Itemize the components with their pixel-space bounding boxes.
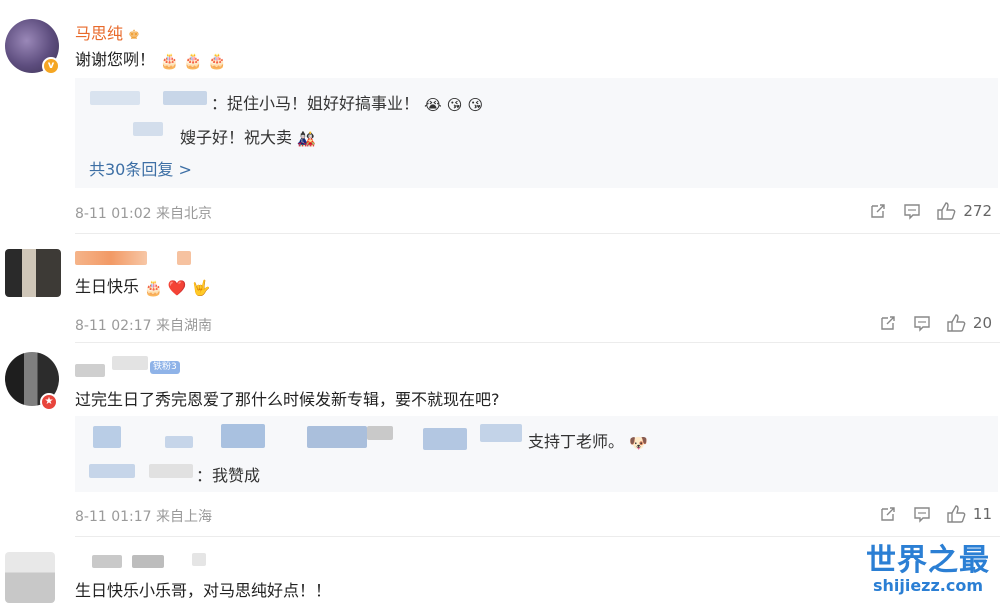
cake-emoji-icon: 🎂	[144, 279, 163, 297]
share-icon[interactable]	[877, 312, 899, 334]
reply-text: ：捉住小马！姐好好搞事业！ 😭 😘 😘	[211, 94, 484, 114]
comment-text: 过完生日了秀完恩爱了那什么时候发新专辑，要不就现在吧?	[75, 390, 500, 409]
member-badge-icon: ★	[40, 393, 58, 411]
comment-meta: 8-11 01:02 来自北京	[75, 206, 213, 222]
blurred-username	[133, 122, 163, 136]
blurred-username	[307, 426, 367, 448]
comment-text: 谢谢您咧！ 🎂 🎂 🎂	[75, 50, 227, 70]
blurred-username	[89, 464, 135, 478]
blurred-username	[163, 91, 207, 105]
verified-badge-icon: v	[42, 57, 60, 75]
heart-emoji-icon: ❤️	[167, 279, 187, 297]
blurred-username	[90, 91, 140, 105]
share-icon[interactable]	[867, 200, 889, 222]
blurred-username	[75, 251, 147, 265]
blurred-username	[480, 424, 522, 442]
comment-actions: 272	[867, 200, 992, 222]
reply-text: ：我赞成	[196, 466, 261, 485]
kiss-emoji-icon: 😘	[467, 96, 484, 114]
blurred-username	[112, 356, 148, 370]
crying-emoji-icon: 😭	[424, 96, 442, 114]
fan-badge: 铁粉3	[150, 361, 180, 374]
site-watermark: 世界之最 shijiezz.com	[866, 545, 990, 595]
blurred-username	[423, 428, 467, 450]
cake-emoji-icon: 🎂	[183, 52, 203, 70]
thumbs-up-icon[interactable]	[945, 312, 967, 334]
rock-hand-emoji-icon: 🤟	[191, 279, 211, 297]
avatar[interactable]	[5, 552, 55, 603]
cake-emoji-icon: 🎂	[160, 52, 179, 70]
like-count: 11	[972, 505, 992, 523]
blurred-username	[92, 555, 122, 568]
comment-meta: 8-11 02:17 来自湖南	[75, 318, 213, 334]
comment-meta: 8-11 01:17 来自上海	[75, 509, 213, 525]
comment-author[interactable]: 马思纯 ♚	[75, 20, 140, 44]
comment-text: 生日快乐小乐哥，对马思纯好点！！	[75, 581, 332, 600]
divider	[75, 536, 1000, 537]
blurred-username	[75, 364, 105, 377]
like-count: 272	[963, 202, 992, 220]
blurred-username	[221, 424, 265, 448]
comment-actions: 20	[877, 312, 992, 334]
cake-emoji-icon: 🎂	[207, 52, 227, 70]
kiss-emoji-icon: 😘	[446, 96, 463, 114]
reply-text: 嫂子好！祝大卖 🎎	[180, 128, 316, 148]
divider	[75, 342, 1000, 343]
reply-text: 支持丁老师。 🐶	[528, 432, 648, 452]
blurred-username	[177, 251, 191, 265]
reply-box: 支持丁老师。 🐶 ：我赞成	[75, 416, 998, 492]
comment-icon[interactable]	[911, 312, 933, 334]
dog-emoji-icon: 🐶	[629, 434, 648, 452]
more-replies-link[interactable]: 共30条回复 >	[89, 156, 192, 180]
reply-box: ：捉住小马！姐好好搞事业！ 😭 😘 😘 嫂子好！祝大卖 🎎 共30条回复 >	[75, 78, 998, 188]
blurred-username	[192, 553, 206, 566]
blurred-username	[132, 555, 164, 568]
watermark-url: shijiezz.com	[872, 576, 984, 595]
thumbs-up-icon[interactable]	[945, 503, 967, 525]
blurred-username	[367, 426, 393, 440]
blurred-username	[93, 426, 121, 448]
crown-icon: ♚	[128, 28, 140, 43]
doll-emoji-icon: 🎎	[297, 130, 316, 148]
like-count: 20	[972, 314, 992, 332]
comment-icon[interactable]	[911, 503, 933, 525]
comment-actions: 11	[877, 503, 992, 525]
watermark-title: 世界之最	[866, 543, 990, 578]
comment-text: 生日快乐 🎂 ❤️ 🤟	[75, 277, 211, 297]
avatar[interactable]	[5, 249, 61, 297]
blurred-username	[165, 436, 193, 448]
thumbs-up-icon[interactable]	[935, 200, 957, 222]
comment-icon[interactable]	[901, 200, 923, 222]
share-icon[interactable]	[877, 503, 899, 525]
divider	[75, 233, 1000, 234]
comment-item: v 马思纯 ♚ 谢谢您咧！ 🎂 🎂 🎂 ：捉住小马！姐好好搞事业！ 😭 😘 😘 …	[0, 0, 1000, 235]
blurred-username	[149, 464, 193, 478]
